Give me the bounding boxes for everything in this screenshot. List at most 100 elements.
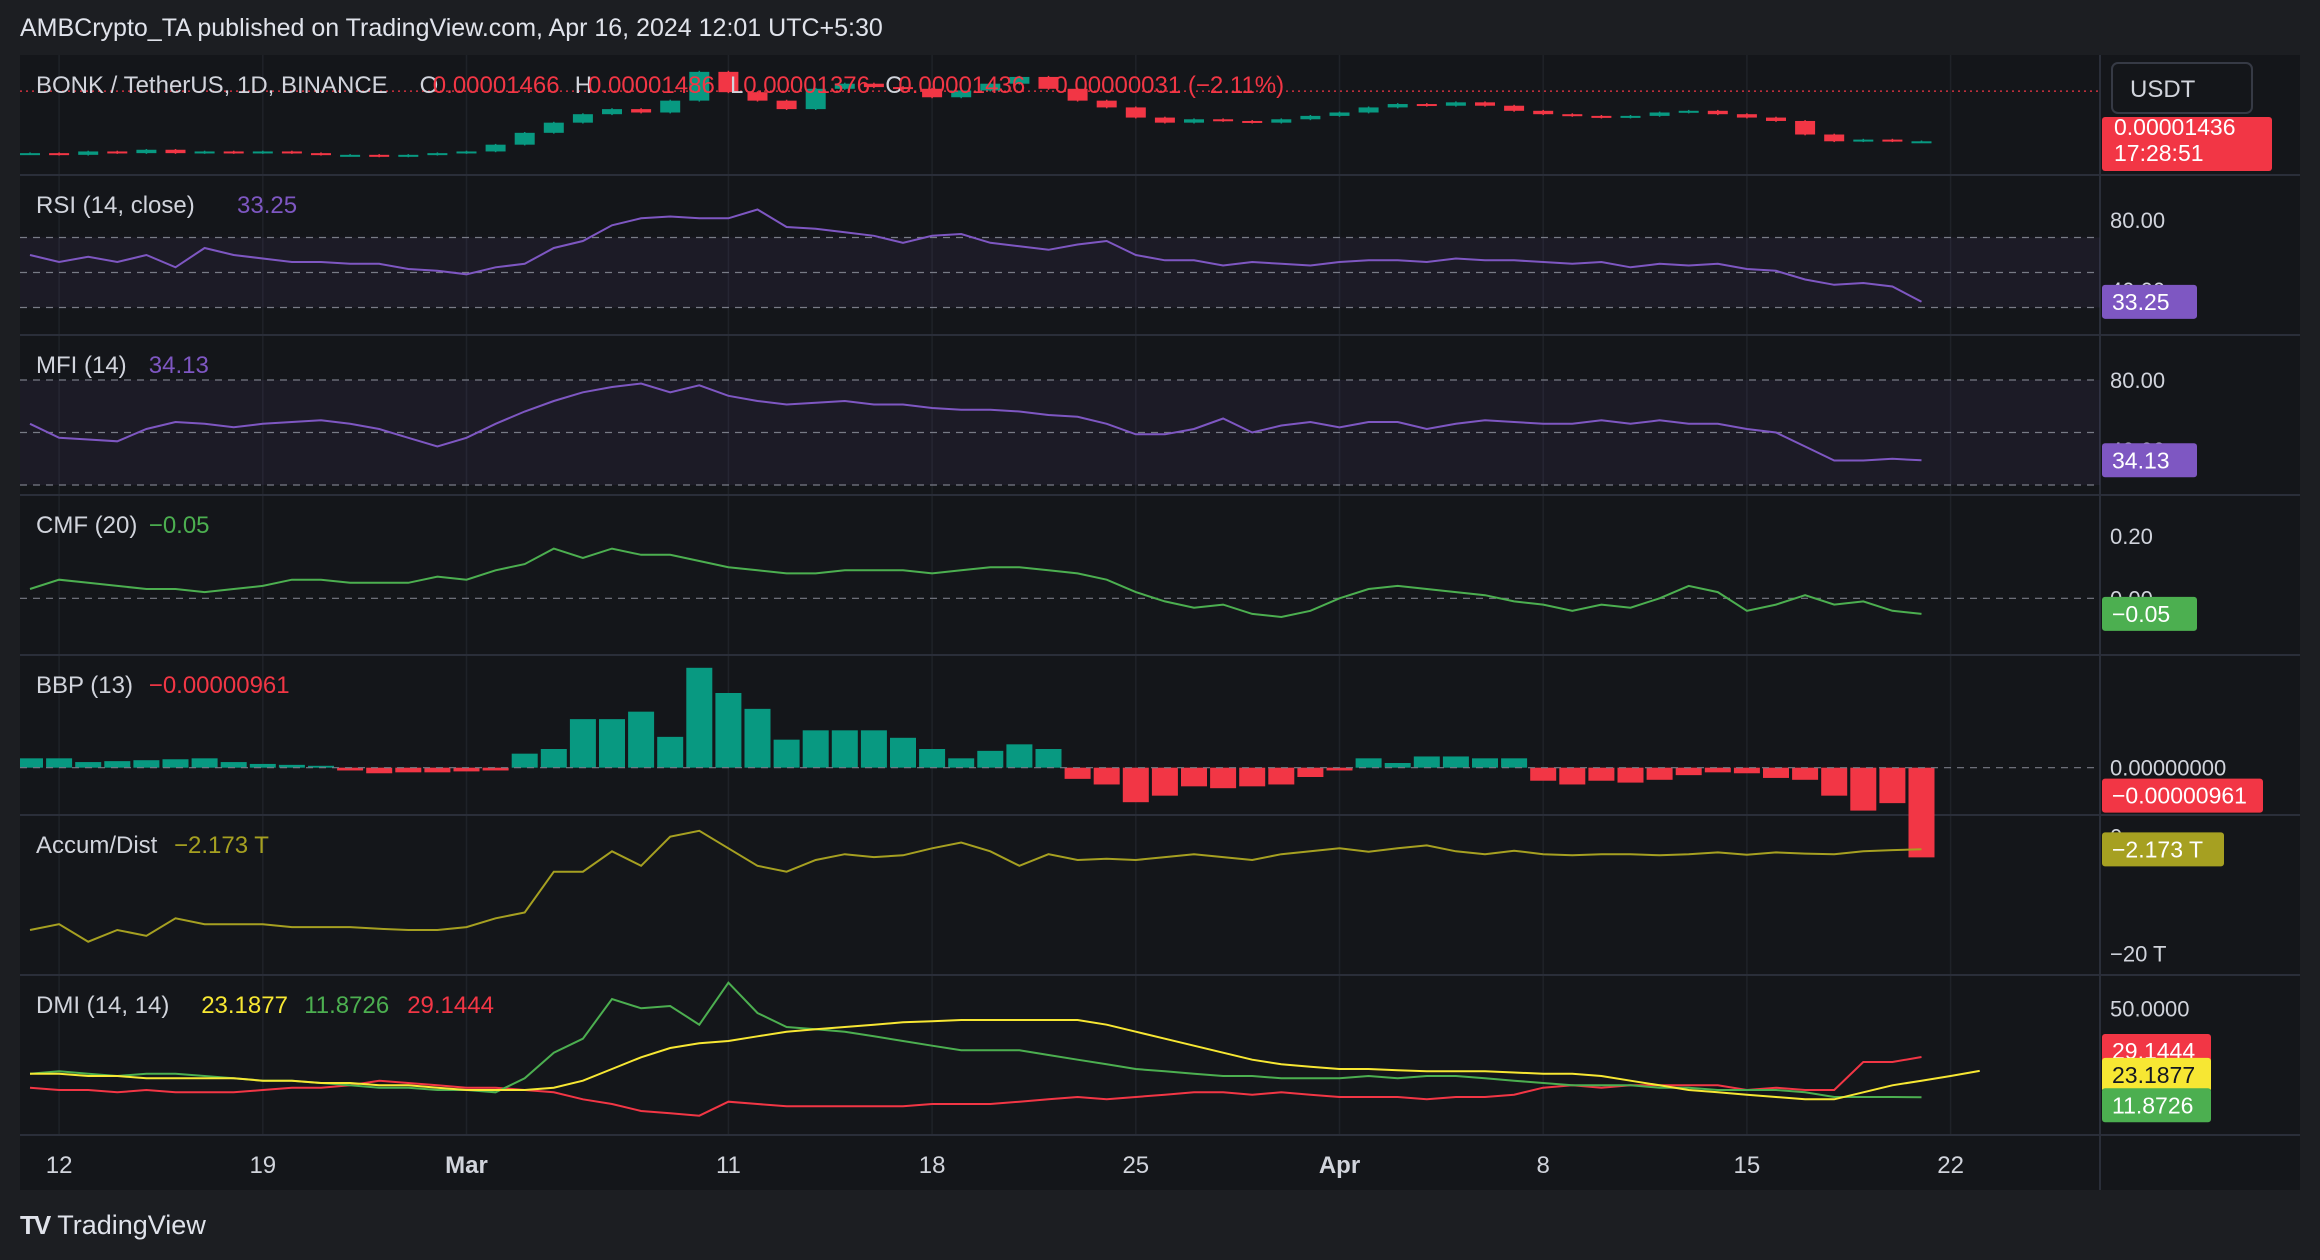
bbp-bar <box>1559 767 1586 785</box>
candle-body <box>78 151 99 155</box>
footer-brand: TradingView <box>57 1210 206 1240</box>
mfi-label: MFI (14) <box>36 352 127 379</box>
bbp-bar <box>1064 767 1091 779</box>
candle-body <box>1242 120 1263 123</box>
bbp-bar <box>919 749 946 768</box>
candle-body <box>1096 100 1117 108</box>
mfi-value: 34.13 <box>149 352 209 379</box>
candle-body <box>1300 115 1321 120</box>
candle-body <box>1649 112 1670 116</box>
bbp-bar <box>1442 756 1469 768</box>
bbp-bar <box>1675 767 1702 776</box>
bbp-bar <box>860 730 887 768</box>
bbp-bar <box>686 667 713 768</box>
dmi-plus-value: 11.8726 <box>304 992 389 1019</box>
candle-body <box>49 153 70 156</box>
footer[interactable]: TV TradingView <box>20 1210 206 1241</box>
candle-body <box>1125 107 1146 118</box>
ad-value: −2.173 T <box>174 832 269 859</box>
candle-body <box>1533 110 1554 115</box>
candle-body <box>311 153 331 156</box>
candle-body <box>1795 120 1816 135</box>
bbp-bar <box>1850 767 1877 811</box>
bbp-bar <box>133 760 160 768</box>
candle-body <box>1736 114 1757 118</box>
candle-body <box>514 132 535 145</box>
cmf-tick-020: 0.20 <box>2110 524 2153 549</box>
chart-canvas[interactable]: BONK / TetherUS, 1D, BINANCE O0.00001466 H… <box>20 55 2300 1190</box>
rsi-tick-80: 80.00 <box>2110 208 2165 233</box>
publisher-line: AMBCrypto_TA published on TradingView.co… <box>20 14 883 42</box>
cmf-value: −0.05 <box>149 512 210 539</box>
cmf-label: CMF (20) <box>36 512 137 539</box>
rsi-value: 33.25 <box>237 192 297 219</box>
symbol-label: BONK / TetherUS, 1D, BINANCE <box>36 72 388 99</box>
candle-body <box>340 154 361 157</box>
candle-body <box>1678 110 1699 113</box>
candle-body <box>1475 102 1495 106</box>
bbp-bar <box>948 758 975 768</box>
low-value: 0.00001376 <box>743 72 870 99</box>
ad-label: Accum/Dist <box>36 832 158 859</box>
bbp-bar <box>1472 758 1498 768</box>
x-axis-tick: 18 <box>919 1152 946 1179</box>
bbp-bar <box>977 750 1004 768</box>
bbp-bar <box>773 739 800 768</box>
bbp-bar <box>1006 744 1033 768</box>
high-value: 0.00001486 <box>588 72 715 99</box>
bbp-bar <box>1210 767 1237 789</box>
candle-body <box>252 151 273 154</box>
dmi-minus-value: 29.1444 <box>407 992 494 1019</box>
candle-body <box>1416 104 1437 107</box>
tradingview-logo-icon: TV <box>20 1210 51 1240</box>
candle-body <box>1445 102 1466 106</box>
candle-body <box>1911 141 1932 144</box>
candle-body <box>660 100 681 113</box>
bbp-bar <box>1384 763 1411 768</box>
change-value: −0.00000031 (−2.11%) <box>1040 72 1284 99</box>
ad-tick-neg20: −20 T <box>2110 941 2166 966</box>
bbp-value: −0.00000961 <box>149 672 290 699</box>
x-axis-tick: 12 <box>46 1152 73 1179</box>
bbp-bar <box>1239 767 1266 787</box>
bbp-bar <box>424 767 451 773</box>
bbp-bar <box>1268 767 1295 785</box>
bbp-bar <box>1908 767 1935 858</box>
chart-area[interactable]: BONK / TetherUS, 1D, BINANCE O 0.00001466 H… <box>20 55 2300 1190</box>
candle-body <box>223 151 244 154</box>
low-label: L <box>730 72 743 99</box>
bbp-bar <box>1181 767 1207 787</box>
bbp-bar <box>395 767 422 773</box>
candle-body <box>398 154 419 157</box>
bbp-bar <box>1093 767 1120 785</box>
dmi-tick-50: 50.0000 <box>2110 996 2190 1021</box>
bbp-bar <box>1035 749 1062 768</box>
candle-body <box>776 100 797 110</box>
bbp-bar <box>1501 758 1528 768</box>
candle-body <box>1824 134 1845 142</box>
x-axis-tick: 15 <box>1734 1152 1761 1179</box>
bbp-bar <box>1151 767 1178 796</box>
candle-body <box>1853 139 1874 142</box>
x-axis-tick: 11 <box>716 1152 741 1179</box>
bbp-bar <box>890 737 916 768</box>
currency-button-label: USDT <box>2130 76 2196 103</box>
bbp-bar <box>191 758 218 768</box>
price-badge-value: 0.00001436 <box>2114 114 2236 140</box>
candle-body <box>572 114 593 123</box>
bbp-bar <box>1588 767 1615 781</box>
candle-body <box>1358 107 1379 113</box>
candle-body <box>1707 110 1728 115</box>
cmf-line <box>29 547 1922 619</box>
candle-body <box>136 149 157 154</box>
candle-body <box>1271 119 1292 123</box>
mfi-badge: 34.13 <box>2112 447 2170 473</box>
candle-body <box>1213 119 1234 122</box>
bbp-bar <box>1646 767 1673 780</box>
bbp-label: BBP (13) <box>36 672 133 699</box>
bbp-tick-zero: 0.00000000 <box>2110 756 2226 781</box>
candle-body <box>1591 115 1612 118</box>
bbp-bar <box>744 708 771 768</box>
rsi-label: RSI (14, close) <box>36 192 195 219</box>
candle-body <box>1766 117 1786 121</box>
